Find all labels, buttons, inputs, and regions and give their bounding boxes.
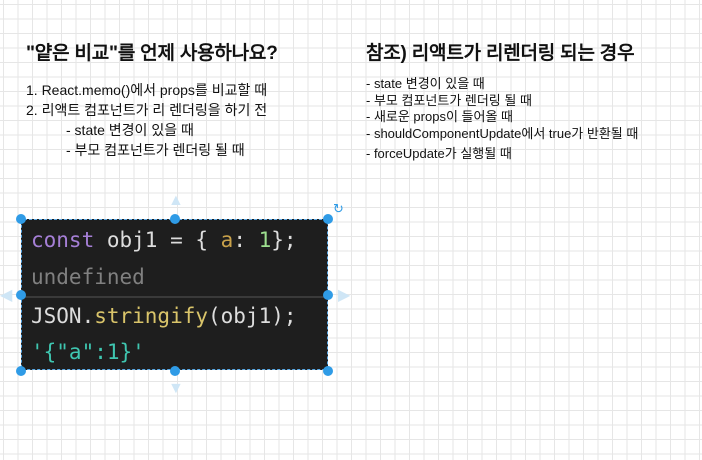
code-token: }; bbox=[271, 228, 297, 252]
arrow-up-icon[interactable]: ▲ bbox=[168, 193, 184, 209]
code-token: JSON. bbox=[31, 304, 95, 328]
resize-handle-e[interactable] bbox=[323, 290, 333, 300]
resize-handle-sw[interactable] bbox=[16, 366, 26, 376]
code-line-3: JSON.stringify(obj1); bbox=[31, 304, 297, 328]
code-token: obj1 = { bbox=[94, 228, 221, 252]
left-title: "얕은 비교"를 언제 사용하나요? bbox=[26, 43, 278, 64]
code-token: const bbox=[31, 228, 95, 252]
code-token: a bbox=[220, 228, 234, 252]
arrow-left-icon[interactable]: ◀ bbox=[0, 288, 12, 304]
resize-handle-se[interactable] bbox=[323, 366, 333, 376]
divider bbox=[22, 296, 327, 298]
resize-handle-n[interactable] bbox=[170, 214, 180, 224]
resize-handle-w[interactable] bbox=[16, 290, 26, 300]
code-line-4: '{"a":1}' bbox=[31, 340, 145, 364]
list-item: - state 변경이 있을 때 bbox=[366, 76, 485, 91]
rotate-icon[interactable]: ↻ bbox=[333, 201, 344, 217]
code-line-2: undefined bbox=[31, 265, 145, 289]
resize-handle-s[interactable] bbox=[170, 366, 180, 376]
code-token: stringify bbox=[94, 304, 209, 328]
code-token: (obj1); bbox=[208, 304, 297, 328]
list-item: 1. React.memo()에서 props를 비교할 때 bbox=[26, 82, 268, 98]
list-item: 2. 리액트 컴포넌트가 리 렌더링을 하기 전 bbox=[26, 102, 268, 118]
right-list: - state 변경이 있을 때 - 부모 컴포넌트가 렌더링 될 때 - 새로… bbox=[366, 76, 638, 163]
list-item: - shouldComponentUpdate에서 true가 반환될 때 bbox=[366, 125, 639, 141]
list-subitem: - 부모 컴포넌트가 렌더링 될 때 bbox=[66, 142, 245, 158]
code-line-1: const obj1 = { a: 1}; bbox=[31, 228, 297, 252]
code-token: 1 bbox=[258, 228, 272, 252]
left-list: 1. React.memo()에서 props를 비교할 때 2. 리액트 컴포… bbox=[26, 80, 267, 160]
list-item: - forceUpdate가 실행될 때 bbox=[366, 146, 512, 161]
arrow-down-icon[interactable]: ▼ bbox=[168, 381, 184, 397]
right-title: 참조) 리액트가 리렌더링 되는 경우 bbox=[366, 43, 635, 64]
list-subitem: - state 변경이 있을 때 bbox=[66, 122, 194, 138]
list-item: - 부모 컴포넌트가 렌더링 될 때 bbox=[366, 92, 532, 108]
code-token: : bbox=[233, 228, 259, 252]
arrow-right-icon[interactable]: ▶ bbox=[338, 288, 350, 304]
resize-handle-nw[interactable] bbox=[16, 214, 26, 224]
list-item: - 새로운 props이 들어올 때 bbox=[366, 109, 513, 124]
resize-handle-ne[interactable] bbox=[323, 214, 333, 224]
code-image-selected[interactable]: const obj1 = { a: 1}; undefined JSON.str… bbox=[21, 219, 328, 370]
